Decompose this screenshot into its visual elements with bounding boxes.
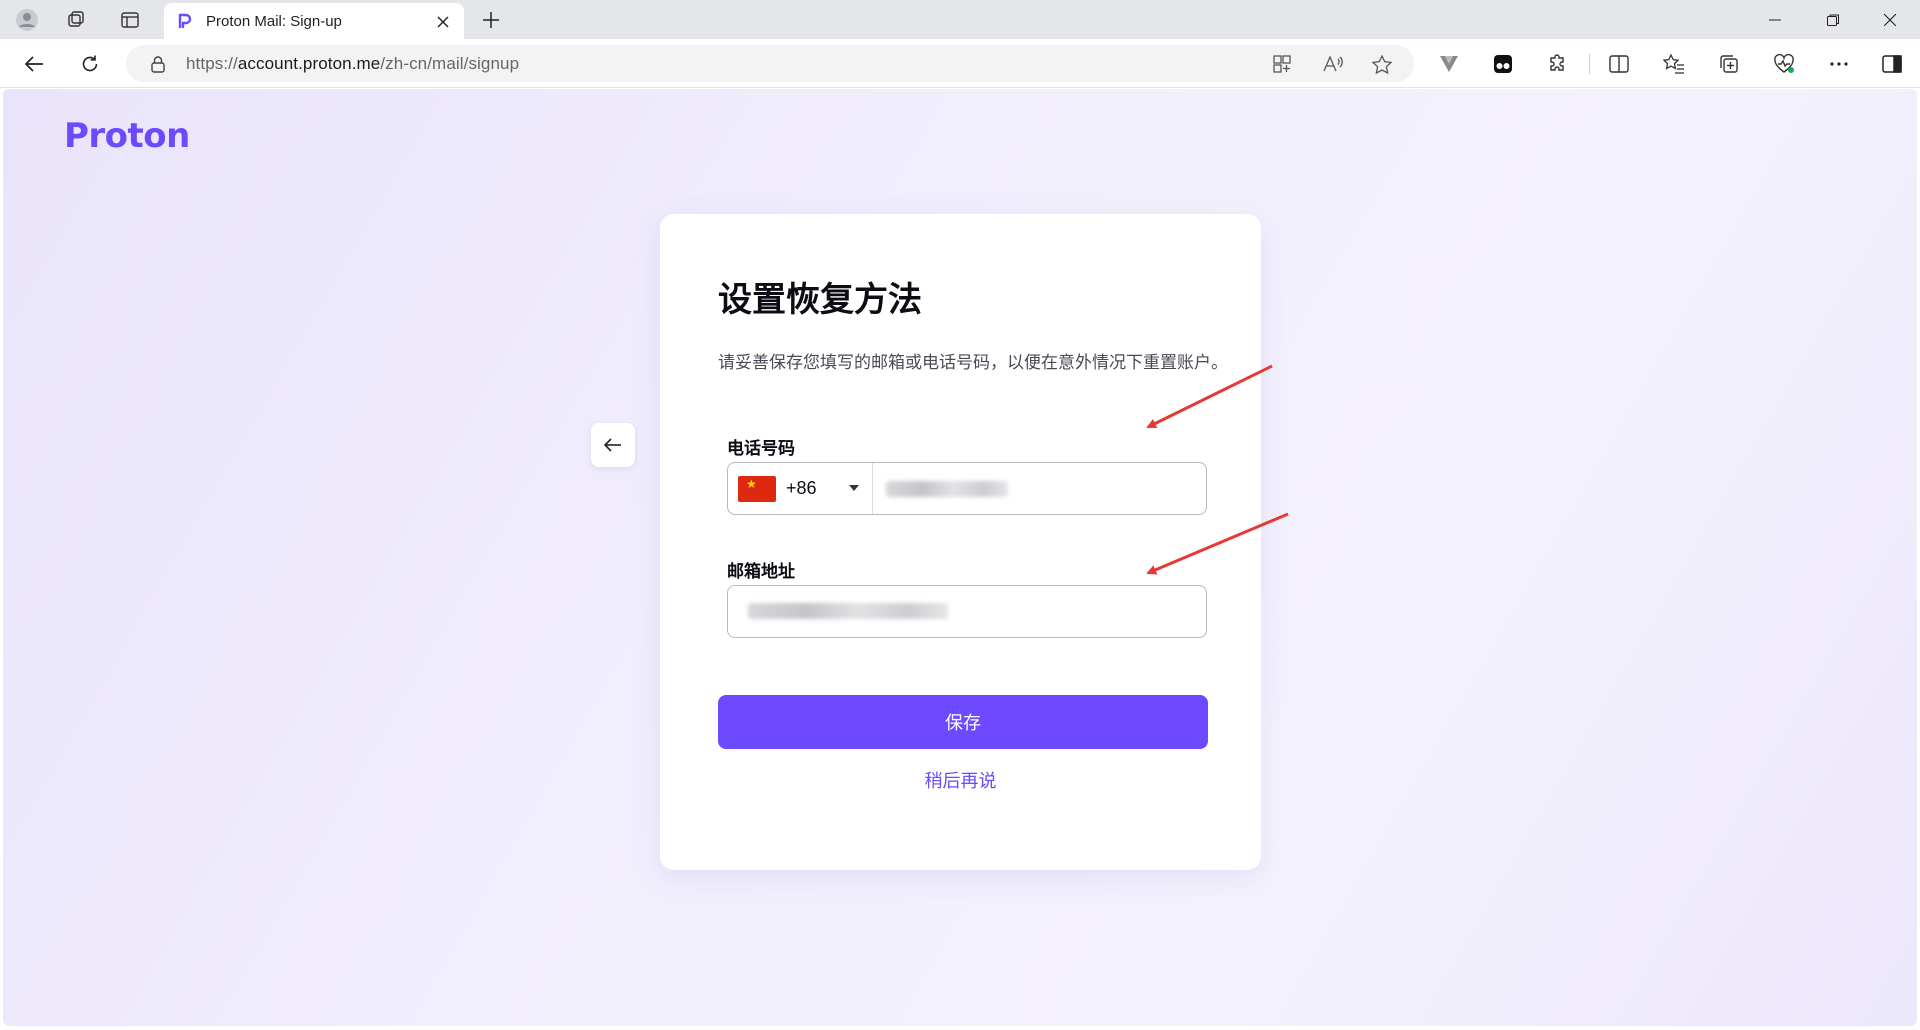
- page-title: 设置恢复方法: [718, 280, 922, 320]
- skip-later-link[interactable]: 稍后再说: [660, 767, 1261, 793]
- url-text[interactable]: https://account.proton.me/zh-cn/mail/sig…: [186, 54, 519, 74]
- email-label: 邮箱地址: [727, 562, 795, 582]
- toolbar-divider: [1589, 54, 1590, 74]
- redacted-phone-value[interactable]: [886, 481, 1008, 497]
- vpn-extension-icon[interactable]: [1434, 49, 1464, 79]
- tab-title: Proton Mail: Sign-up: [206, 12, 342, 30]
- back-arrow-icon[interactable]: [18, 48, 50, 80]
- country-code-select[interactable]: ★ +86: [728, 463, 873, 514]
- lock-icon[interactable]: [144, 50, 172, 78]
- split-screen-icon[interactable]: [1604, 49, 1634, 79]
- close-window-icon[interactable]: [1862, 0, 1918, 39]
- workspaces-icon[interactable]: [61, 6, 91, 34]
- page-description: 请妥善保存您填写的邮箱或电话号码，以便在意外情况下重置账户。: [718, 353, 1228, 373]
- restore-icon[interactable]: [1805, 0, 1861, 39]
- redacted-email-value[interactable]: [748, 603, 948, 619]
- china-flag-icon: ★: [738, 475, 776, 502]
- back-button[interactable]: [591, 423, 635, 467]
- minimize-icon[interactable]: [1747, 0, 1803, 39]
- collections-icon[interactable]: [1714, 49, 1744, 79]
- proton-favicon: [178, 13, 192, 28]
- url-scheme: https://: [186, 54, 238, 73]
- proton-logo[interactable]: Proton: [64, 116, 190, 156]
- url-path: /zh-cn/mail/signup: [380, 54, 520, 73]
- more-options-icon[interactable]: [1824, 49, 1854, 79]
- vertical-tabs-icon[interactable]: [115, 6, 145, 34]
- sidebar-toggle-icon[interactable]: [1877, 49, 1907, 79]
- caret-down-icon: [849, 485, 859, 491]
- close-tab-icon[interactable]: [432, 11, 454, 33]
- active-tab[interactable]: Proton Mail: Sign-up: [164, 3, 464, 39]
- phone-field[interactable]: ★ +86: [727, 462, 1207, 515]
- app-available-icon[interactable]: [1268, 50, 1296, 78]
- save-button[interactable]: 保存: [718, 695, 1208, 749]
- tampermonkey-icon[interactable]: [1488, 49, 1518, 79]
- url-host: account.proton.me: [237, 54, 381, 73]
- browser-essentials-icon[interactable]: [1769, 49, 1799, 79]
- address-bar[interactable]: https://account.proton.me/zh-cn/mail/sig…: [126, 45, 1414, 82]
- page-background: Proton 设置恢复方法 请妥善保存您填写的邮箱或电话号码，以便在意外情况下重…: [3, 89, 1917, 1026]
- browser-tab-bar: Proton Mail: Sign-up: [0, 0, 1920, 39]
- refresh-icon[interactable]: [74, 48, 106, 80]
- phone-label: 电话号码: [727, 439, 795, 459]
- browser-toolbar: https://account.proton.me/zh-cn/mail/sig…: [0, 39, 1920, 88]
- recovery-card: 设置恢复方法 请妥善保存您填写的邮箱或电话号码，以便在意外情况下重置账户。 电话…: [660, 214, 1261, 870]
- dial-code: +86: [786, 478, 817, 498]
- read-aloud-icon[interactable]: [1319, 50, 1347, 78]
- extensions-puzzle-icon[interactable]: [1543, 49, 1573, 79]
- arrow-left-icon: [604, 438, 621, 452]
- new-tab-icon[interactable]: [476, 6, 506, 34]
- favorites-icon[interactable]: [1659, 49, 1689, 79]
- email-field[interactable]: [727, 585, 1207, 638]
- favorite-star-icon[interactable]: [1368, 50, 1396, 78]
- profile-icon[interactable]: [12, 6, 42, 34]
